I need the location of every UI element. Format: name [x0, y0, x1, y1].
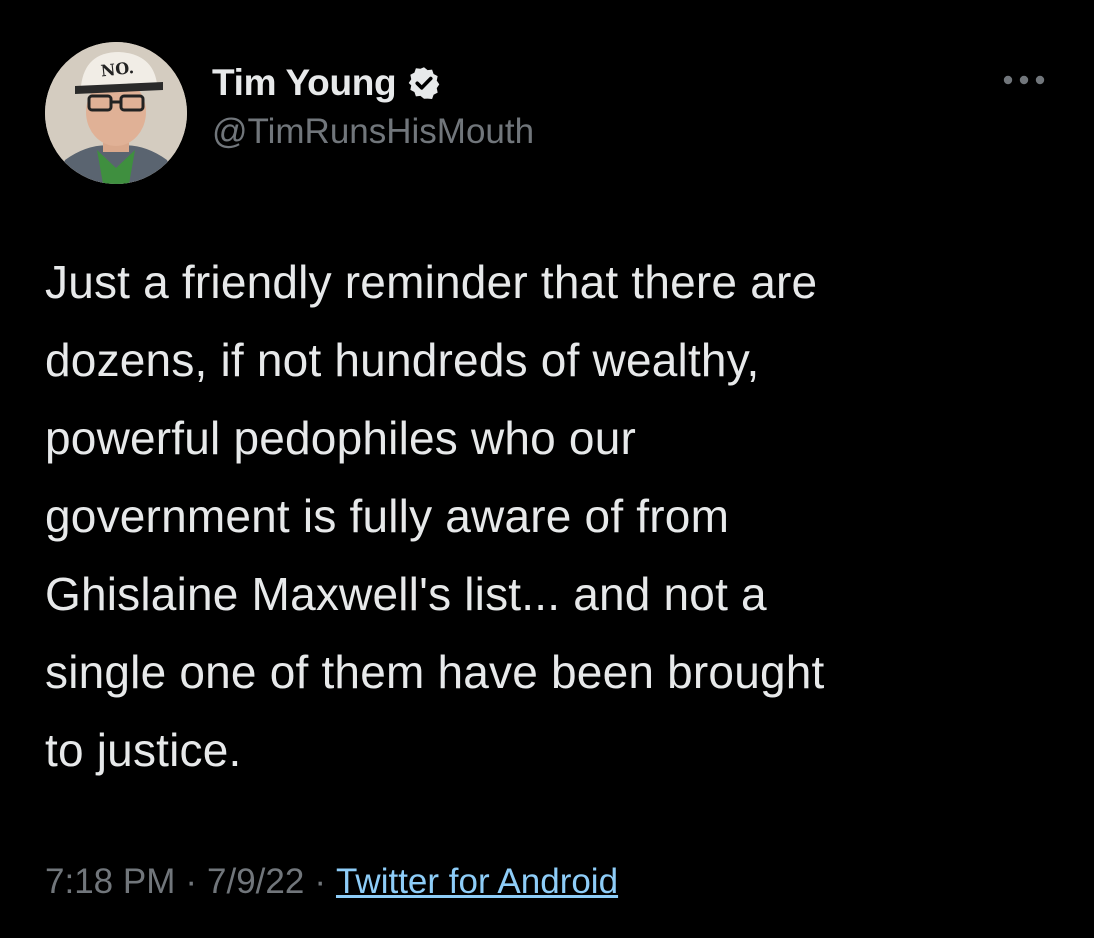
- more-horizontal-icon[interactable]: [1000, 70, 1048, 90]
- tweet-time[interactable]: 7:18 PM: [45, 862, 175, 902]
- tweet-meta: 7:18 PM · 7/9/22 · Twitter for Android: [45, 862, 618, 902]
- tweet-card: NO. Tim Young @TimRunsHisMouth Just a fr…: [0, 0, 1094, 938]
- avatar-image: NO.: [45, 42, 187, 184]
- meta-separator: ·: [314, 862, 326, 901]
- author-name-row: Tim Young: [212, 62, 442, 104]
- author-handle[interactable]: @TimRunsHisMouth: [212, 112, 534, 152]
- tweet-text: Just a friendly reminder that there are …: [45, 256, 825, 776]
- tweet-date[interactable]: 7/9/22: [207, 862, 304, 902]
- meta-separator: ·: [185, 862, 198, 901]
- verified-badge-icon: [406, 65, 442, 101]
- avatar-cap-text: NO.: [100, 58, 135, 80]
- source-link[interactable]: Twitter for Android: [336, 862, 618, 902]
- display-name[interactable]: Tim Young: [212, 62, 397, 104]
- avatar[interactable]: NO.: [45, 42, 187, 184]
